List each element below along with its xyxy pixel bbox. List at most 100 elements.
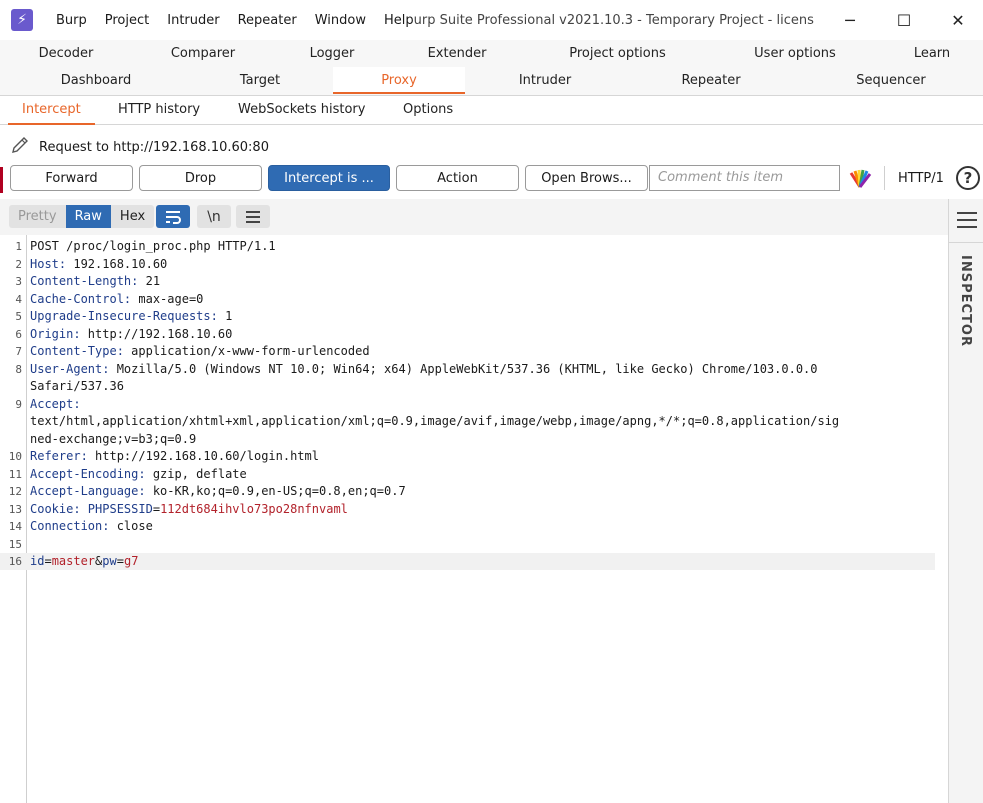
tab-comparer[interactable]: Comparer — [137, 40, 269, 67]
line-content: Accept-Encoding: gzip, deflate — [30, 466, 247, 483]
tab-learn[interactable]: Learn — [890, 40, 974, 67]
request-line: 1 POST /proc/login_proc.php HTTP/1.1 — [0, 238, 948, 255]
inspector-divider — [949, 242, 983, 243]
line-content: Connection: close — [30, 518, 153, 535]
header-name: Origin: — [30, 326, 81, 341]
proxy-subtabs: Intercept HTTP history WebSockets histor… — [0, 96, 983, 125]
drop-button[interactable]: Drop — [139, 165, 262, 191]
line-value: http://192.168.10.60/login.html — [87, 449, 319, 463]
line-value: PHPSESSID=112dt684ihvlo73po28nfnvaml — [80, 501, 348, 516]
line-number: 16 — [8, 555, 22, 568]
line-number: 8 — [15, 362, 22, 376]
editor-menu-icon[interactable] — [236, 205, 270, 228]
line-value: text/html,application/xhtml+xml,applicat… — [30, 414, 840, 428]
line-number: 9 — [15, 397, 22, 411]
menu-burp[interactable]: Burp — [47, 13, 96, 28]
intercept-toolbar: Forward Drop Intercept is ... Action Ope… — [0, 164, 983, 194]
request-line: 8 User-Agent: Mozilla/5.0 (Windows NT 10.… — [0, 361, 948, 378]
tab-dashboard[interactable]: Dashboard — [30, 67, 162, 94]
line-value: id=master&pw=g7 — [30, 554, 139, 568]
line-number: 3 — [15, 275, 22, 288]
help-icon[interactable]: ? — [956, 166, 980, 190]
menu-repeater[interactable]: Repeater — [229, 13, 306, 28]
menu-window[interactable]: Window — [306, 13, 375, 28]
action-button[interactable]: Action — [396, 165, 519, 191]
pencil-icon[interactable] — [10, 135, 32, 159]
line-number: 15 — [8, 537, 22, 551]
tab-project-options[interactable]: Project options — [545, 40, 690, 67]
line-number: 7 — [15, 345, 22, 358]
wrap-lines-icon[interactable] — [156, 205, 190, 228]
request-line: 13 Cookie: PHPSESSID=112dt684ihvlo73po28n… — [0, 501, 948, 518]
header-name: Content-Length: — [30, 274, 139, 288]
tool-tabs-row-2: Dashboard Target Proxy Intruder Repeater… — [0, 67, 983, 94]
tab-decoder[interactable]: Decoder — [0, 40, 132, 67]
request-line: 7 Content-Type: application/x-www-form-ur… — [0, 343, 948, 360]
tab-target[interactable]: Target — [194, 67, 326, 94]
header-name: Upgrade-Insecure-Requests: — [30, 309, 218, 323]
line-value: 1 — [217, 309, 233, 323]
line-value: ned-exchange;v=b3;q=0.9 — [30, 431, 197, 446]
tab-logger[interactable]: Logger — [266, 40, 398, 67]
close-icon[interactable]: ✕ — [930, 0, 983, 40]
line-content: Content-Type: application/x-www-form-url… — [30, 343, 370, 360]
inspector-menu-icon[interactable] — [957, 212, 977, 228]
header-name: Accept-Language: — [30, 484, 146, 498]
line-number: 4 — [15, 292, 22, 306]
line-content: User-Agent: Mozilla/5.0 (Windows NT 10.0… — [30, 361, 818, 378]
subtab-http-history[interactable]: HTTP history — [104, 96, 214, 125]
inspector-panel[interactable]: INSPECTOR — [948, 199, 983, 803]
comment-input[interactable]: Comment this item — [649, 165, 840, 191]
tab-intruder[interactable]: Intruder — [479, 67, 611, 94]
editor-toolbar: Pretty Raw Hex \n — [0, 199, 948, 235]
request-line: Safari/537.36 — [0, 378, 948, 395]
tab-extender[interactable]: Extender — [391, 40, 523, 67]
tab-proxy[interactable]: Proxy — [333, 67, 465, 94]
tab-user-options[interactable]: User options — [730, 40, 860, 67]
line-content: Cache-Control: max-age=0 — [30, 291, 203, 308]
mode-hex[interactable]: Hex — [110, 205, 155, 228]
intercept-toggle-button[interactable]: Intercept is ... — [268, 165, 390, 191]
request-line: ned-exchange;v=b3;q=0.9 — [0, 431, 948, 448]
maximize-icon[interactable]: ☐ — [876, 0, 932, 40]
subtab-intercept[interactable]: Intercept — [8, 96, 95, 125]
line-content: Accept-Language: ko-KR,ko;q=0.9,en-US;q=… — [30, 483, 406, 500]
menu-intruder[interactable]: Intruder — [158, 13, 228, 28]
subtab-options[interactable]: Options — [389, 96, 467, 125]
menu-project[interactable]: Project — [96, 13, 158, 28]
line-value: POST /proc/login_proc.php HTTP/1.1 — [30, 239, 276, 253]
request-line: 14 Connection: close — [0, 518, 948, 535]
mode-pretty[interactable]: Pretty — [9, 205, 66, 228]
request-line: 9 Accept: — [0, 396, 948, 413]
tab-repeater[interactable]: Repeater — [645, 67, 777, 94]
request-line: 15 — [0, 536, 948, 553]
request-target-label: Request to http://192.168.10.60:80 — [39, 139, 269, 155]
line-value: close — [109, 519, 153, 533]
toolbar-separator — [884, 166, 885, 190]
line-content: Upgrade-Insecure-Requests: 1 — [30, 308, 232, 325]
show-newlines-button[interactable]: \n — [197, 205, 231, 228]
burp-logo-icon: ⚡ — [11, 9, 33, 31]
forward-button[interactable]: Forward — [10, 165, 133, 191]
minimize-icon[interactable]: ─ — [822, 0, 878, 40]
request-line: 3 Content-Length: 21 — [0, 273, 948, 290]
mode-raw[interactable]: Raw — [65, 205, 111, 228]
line-number: 1 — [15, 240, 22, 253]
open-browser-button[interactable]: Open Brows... — [525, 165, 648, 191]
request-line: text/html,application/xhtml+xml,applicat… — [0, 413, 948, 430]
line-number: 5 — [15, 310, 22, 323]
subtab-websockets-history[interactable]: WebSockets history — [224, 96, 379, 125]
highlight-color-icon[interactable] — [848, 168, 872, 188]
request-line: 2 Host: 192.168.10.60 — [0, 256, 948, 273]
http-version-label[interactable]: HTTP/1 — [898, 171, 944, 186]
request-line: 11 Accept-Encoding: gzip, deflate — [0, 466, 948, 483]
line-value: Mozilla/5.0 (Windows NT 10.0; Win64; x64… — [109, 361, 818, 376]
menu-help[interactable]: Help — [375, 13, 414, 28]
inspector-label[interactable]: INSPECTOR — [958, 255, 973, 347]
line-content: id=master&pw=g7 — [30, 553, 138, 570]
line-number: 14 — [8, 520, 22, 533]
line-value: http://192.168.10.60 — [80, 326, 233, 341]
request-editor[interactable]: 1 POST /proc/login_proc.php HTTP/1.1 2 Host… — [0, 235, 948, 803]
header-name: Referer: — [30, 449, 88, 463]
tab-sequencer[interactable]: Sequencer — [825, 67, 957, 94]
